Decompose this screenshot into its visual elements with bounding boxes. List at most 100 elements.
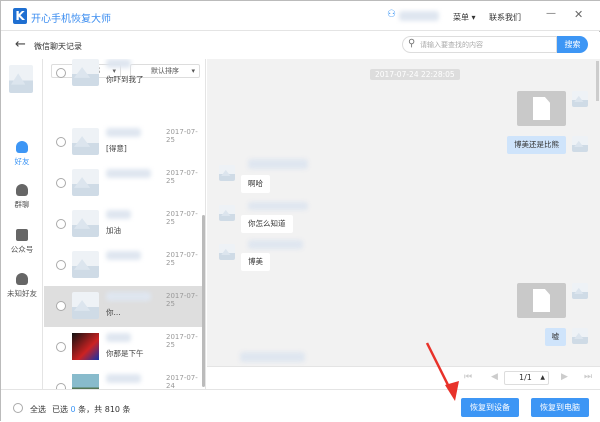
message-bubble: 博美 (241, 253, 270, 271)
contact-name (106, 251, 141, 260)
search-placeholder: 请输入要查找的内容 (420, 41, 483, 49)
avatar (72, 59, 99, 86)
row-checkbox[interactable] (56, 68, 66, 78)
contact-name (106, 128, 141, 137)
nav-label: 公众号 (10, 245, 34, 254)
friend-icon (16, 141, 28, 153)
row-checkbox[interactable] (56, 342, 66, 352)
count-suffix: 条，共 810 条 (75, 405, 131, 414)
chat-scrollbar[interactable] (596, 61, 599, 101)
row-message: 你那是下午 (106, 349, 144, 358)
row-date: 2017-07-25 (166, 251, 198, 267)
row-checkbox[interactable] (56, 260, 66, 270)
sender-name (240, 352, 305, 362)
row-message: 加油 (106, 226, 121, 235)
avatar (572, 136, 588, 152)
minimize-icon[interactable]: — (546, 8, 556, 19)
avatar (572, 283, 588, 299)
avatar (72, 292, 99, 319)
page-title: 微信聊天记录 (34, 42, 82, 51)
row-message: [得意] (106, 144, 127, 153)
sidebar-item-groups[interactable]: 群聊 (1, 184, 43, 210)
contact-link[interactable]: 联系我们 (489, 12, 521, 23)
row-checkbox[interactable] (56, 137, 66, 147)
close-icon[interactable]: ✕ (574, 8, 583, 21)
contact-name (106, 292, 151, 301)
select-all-label: 全选 (30, 405, 46, 414)
list-item[interactable]: 2017-07-25 你... (44, 286, 204, 327)
user-icon[interactable]: ⚇ (387, 9, 396, 20)
list-item[interactable]: 2017-07-24好的 (44, 368, 204, 389)
chat-panel: 2017-07-24 22:28:05 博美还是比熊 啊哈 你怎么知道 博美 嘘 (207, 59, 600, 366)
avatar (572, 91, 588, 107)
row-date: 2017-07-25 (166, 169, 198, 185)
avatar (72, 169, 99, 196)
sidebar (1, 59, 43, 389)
row-checkbox[interactable] (56, 301, 66, 311)
search-button[interactable]: 搜索 (557, 36, 588, 53)
avatar (72, 128, 99, 155)
page-input[interactable]: 1/1 ▲ (504, 371, 549, 385)
avatar (219, 165, 235, 181)
last-page-icon[interactable]: ⏭ (584, 372, 592, 382)
nav-label: 好友 (14, 157, 30, 166)
back-arrow-icon[interactable]: ← (15, 37, 26, 52)
sender-name (248, 159, 308, 169)
grid-icon (16, 229, 28, 241)
prev-page-icon[interactable]: ◀ (491, 372, 498, 382)
select-all-checkbox[interactable] (13, 403, 23, 413)
message-bubble: 博美还是比熊 (507, 136, 566, 154)
search-input[interactable]: ⚲ 请输入要查找的内容 (402, 36, 557, 53)
list-item[interactable]: 2017-07-25 (44, 163, 204, 204)
row-checkbox[interactable] (56, 178, 66, 188)
contact-name (106, 59, 131, 68)
sidebar-item-friends[interactable]: 好友 (1, 141, 43, 167)
list-scrollbar[interactable] (202, 215, 205, 387)
row-date: 2017-07-24 (166, 374, 198, 389)
row-date: 2017-07-25 (166, 292, 198, 308)
contact-name (106, 210, 131, 219)
app-logo: K (13, 8, 27, 24)
nav-label: 群聊 (14, 200, 30, 209)
sender-name (248, 202, 308, 210)
contact-name (106, 374, 141, 383)
menu-button[interactable]: 菜单 ▾ (453, 12, 476, 23)
restore-to-pc-button[interactable]: 恢复到电脑 (531, 398, 589, 417)
avatar (72, 210, 99, 237)
list-item[interactable]: 2017-07-25 [得意] (44, 122, 204, 163)
restore-to-device-button[interactable]: 恢复到设备 (461, 398, 519, 417)
red-arrow-annotation (425, 342, 459, 401)
message-bubble: 啊哈 (241, 175, 270, 193)
message-bubble: 嘘 (544, 328, 566, 346)
account-avatar (9, 65, 33, 93)
row-checkbox[interactable] (56, 219, 66, 229)
contact-name (106, 169, 151, 178)
menu-label: 菜单 (453, 13, 469, 22)
contact-name (106, 333, 131, 342)
file-message[interactable] (517, 91, 566, 126)
sender-name (248, 240, 303, 249)
first-page-icon[interactable]: ⏮ (464, 372, 472, 382)
page-number: 1/1 (519, 373, 532, 382)
row-date: 2017-07-25 (166, 333, 198, 349)
row-message: 你... (106, 308, 121, 317)
unknown-user-icon (16, 273, 28, 285)
list-item[interactable]: 你吓到我了 (44, 59, 204, 94)
count-prefix: 已选 (52, 405, 71, 414)
list-item[interactable]: 2017-07-25 加油 (44, 204, 204, 245)
sidebar-item-unknown[interactable]: 未知好友 (1, 273, 43, 299)
sidebar-item-official[interactable]: 公众号 (1, 229, 43, 255)
avatar (72, 333, 99, 360)
app-title: 开心手机恢复大师 (31, 14, 111, 25)
avatar (219, 205, 235, 221)
list-item[interactable]: 2017-07-25 (44, 245, 204, 286)
list-item[interactable]: 2017-07-25 你那是下午 (44, 327, 204, 368)
next-page-icon[interactable]: ▶ (561, 372, 568, 382)
avatar (572, 328, 588, 344)
chat-timestamp: 2017-07-24 22:28:05 (370, 69, 460, 80)
file-message[interactable] (517, 283, 566, 318)
row-date: 2017-07-25 (166, 128, 198, 144)
group-icon (16, 184, 28, 196)
selection-count: 已选 0 条，共 810 条 (52, 404, 131, 415)
message-bubble: 你怎么知道 (241, 215, 293, 233)
